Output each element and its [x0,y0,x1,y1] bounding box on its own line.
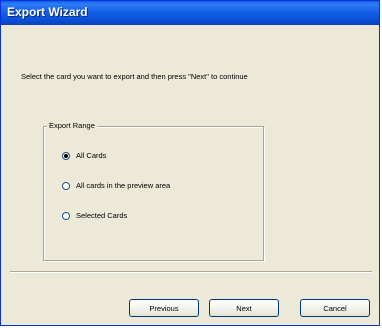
window-title: Export Wizard [7,5,88,19]
radio-all-cards-preview-label[interactable]: All cards in the preview area [76,181,170,190]
radio-selected-dot [64,153,68,158]
next-button[interactable]: Next [209,299,279,317]
radio-selected-cards-label[interactable]: Selected Cards [76,211,127,220]
footer-separator [10,271,372,273]
export-range-groupbox: Export Range All Cards All cards in the … [43,121,264,261]
radio-button-icon[interactable] [62,211,70,220]
radio-all-cards-label[interactable]: All Cards [76,151,106,160]
export-range-legend: Export Range [47,121,97,130]
export-wizard-window: Export Wizard Select the card you want t… [0,0,380,326]
radio-button-icon[interactable] [62,181,70,190]
instruction-text: Select the card you want to export and t… [21,72,248,81]
cancel-button[interactable]: Cancel [300,299,370,317]
title-bar[interactable]: Export Wizard [1,1,379,25]
radio-button-icon[interactable] [62,151,70,160]
radio-all-cards[interactable]: All Cards [62,151,106,160]
radio-selected-cards[interactable]: Selected Cards [62,211,127,220]
radio-all-cards-preview[interactable]: All cards in the preview area [62,181,170,190]
previous-button[interactable]: Previous [129,299,199,317]
